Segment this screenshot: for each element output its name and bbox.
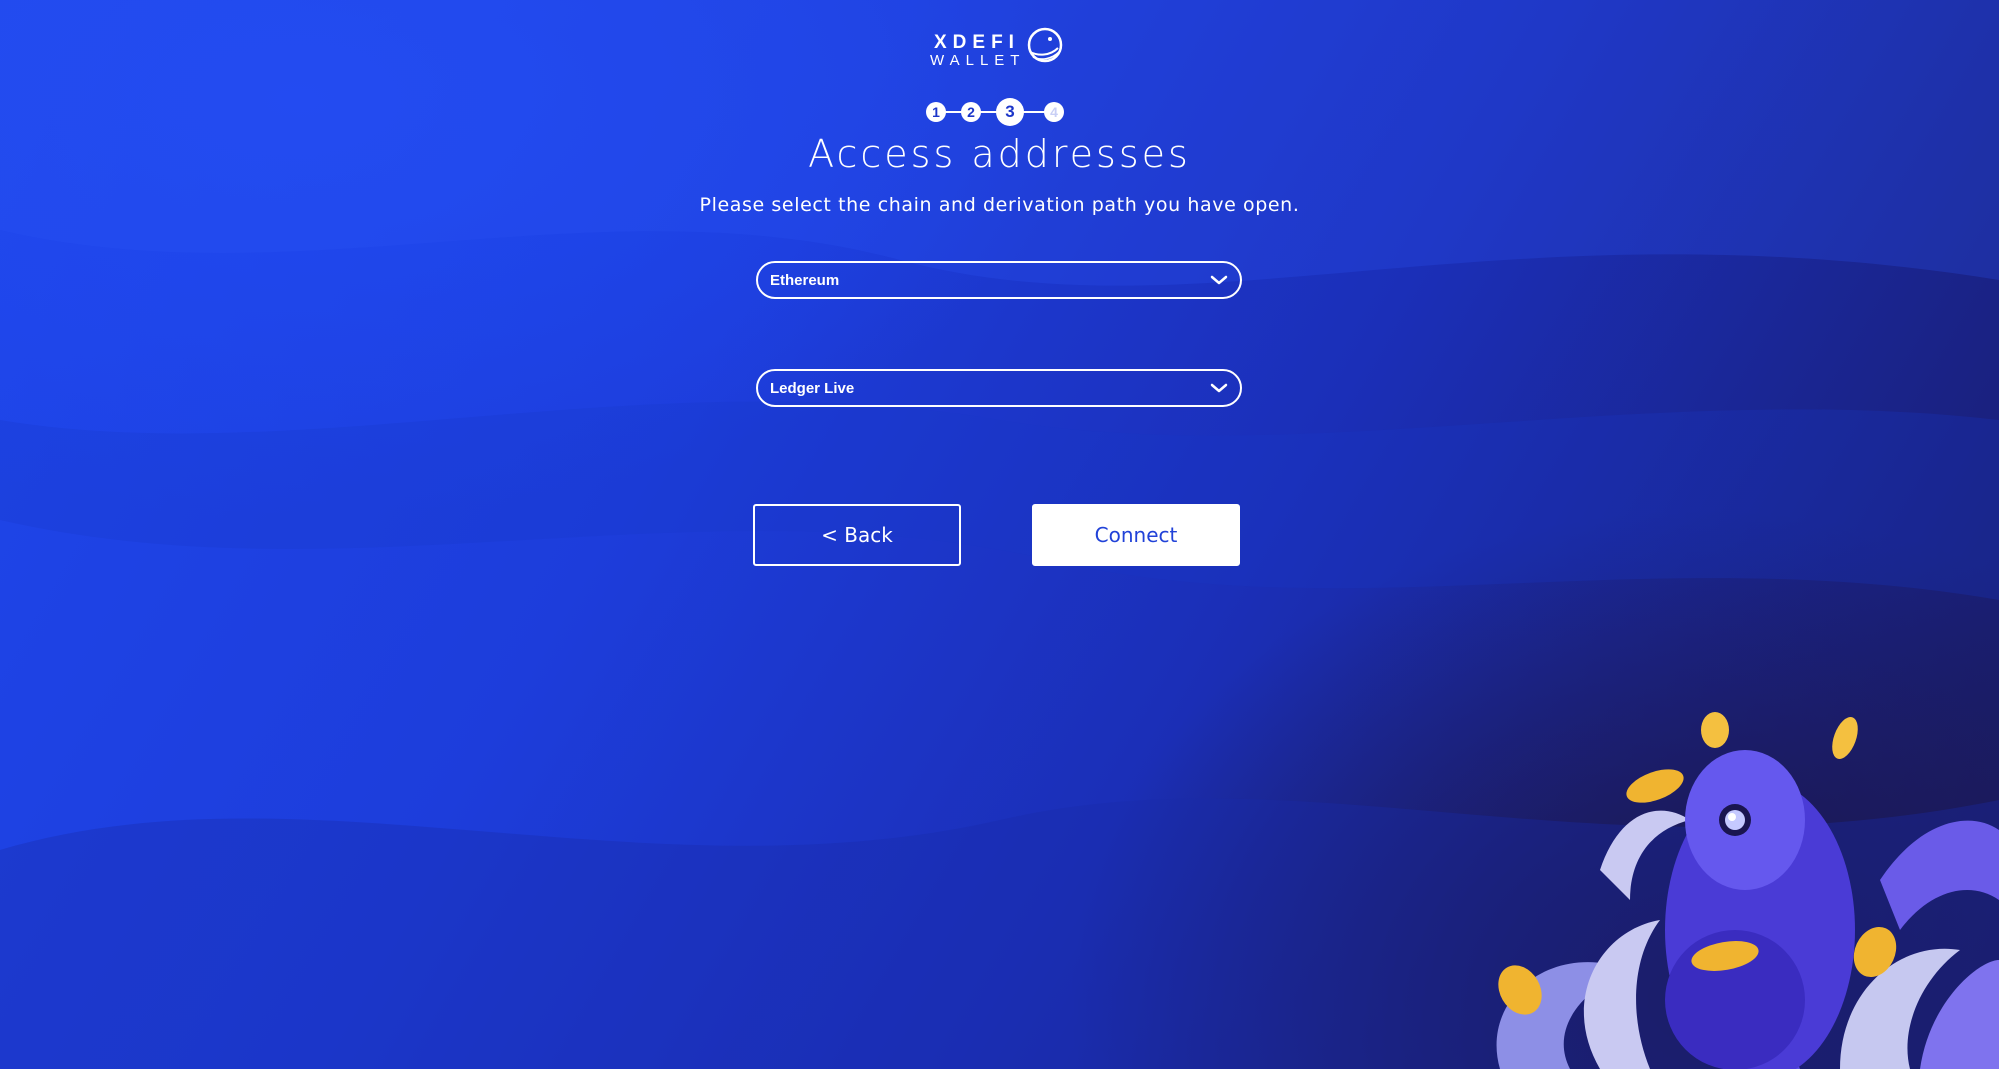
connect-button[interactable]: Connect [1032, 504, 1240, 566]
page-subtitle: Please select the chain and derivation p… [699, 194, 1300, 216]
step-1: 1 [926, 102, 946, 122]
logo-wordmark-top: XDEFI [934, 32, 1020, 53]
chevron-down-icon [1210, 383, 1228, 393]
page-title: Access addresses [808, 132, 1191, 176]
chevron-down-icon [1210, 275, 1228, 285]
derivation-path-select-value: Ledger Live [770, 379, 855, 397]
logo-swirl-icon [1027, 27, 1063, 63]
progress-stepper: 1 2 3 4 [924, 98, 1070, 126]
step-4: 4 [1044, 102, 1064, 122]
step-3-current: 3 [996, 98, 1024, 126]
chain-select[interactable]: Ethereum [756, 261, 1242, 299]
derivation-path-select[interactable]: Ledger Live [756, 369, 1242, 407]
logo-wordmark-bottom: WALLET [930, 52, 1026, 69]
xdefi-wallet-logo: XDEFI WALLET [920, 24, 1070, 70]
step-2: 2 [961, 102, 981, 122]
octopus-mascot-illustration [1496, 712, 1999, 1069]
back-button[interactable]: < Back [753, 504, 961, 566]
chain-select-value: Ethereum [770, 271, 840, 289]
